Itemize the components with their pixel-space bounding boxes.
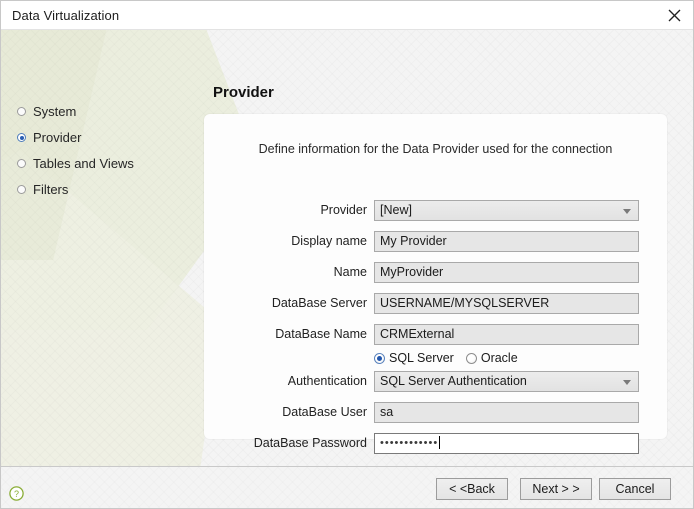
- sidebar-item-system[interactable]: System: [17, 104, 76, 119]
- sidebar-item-filters[interactable]: Filters: [17, 182, 68, 197]
- next-button[interactable]: Next > >: [520, 478, 592, 500]
- name-wrap: MyProvider: [374, 262, 639, 283]
- window-title: Data Virtualization: [12, 8, 120, 23]
- database-type-radio-group: SQL Server Oracle: [374, 350, 639, 366]
- form-row-name: Name MyProvider: [204, 262, 667, 284]
- help-button[interactable]: ?: [9, 486, 24, 501]
- provider-select-value: [New]: [380, 203, 412, 217]
- form-row-database-name: DataBase Name CRMExternal: [204, 324, 667, 346]
- sidebar-item-label: System: [33, 104, 77, 119]
- step-radio-icon: [17, 107, 26, 116]
- cancel-button[interactable]: Cancel: [599, 478, 671, 500]
- database-password-input[interactable]: ••••••••••••: [374, 433, 639, 454]
- dialog-body: System Provider Tables and Views Filters…: [1, 30, 693, 466]
- radio-label-sql-server: SQL Server: [389, 351, 454, 365]
- form-description: Define information for the Data Provider…: [258, 142, 613, 156]
- display-name-input[interactable]: My Provider: [374, 231, 639, 252]
- authentication-select-value: SQL Server Authentication: [380, 374, 527, 388]
- database-user-wrap: sa: [374, 402, 639, 423]
- field-label-name: Name: [333, 265, 367, 279]
- sidebar-item-label: Filters: [33, 182, 69, 197]
- field-label-database-password: DataBase Password: [253, 436, 367, 450]
- authentication-select[interactable]: SQL Server Authentication: [374, 371, 639, 392]
- provider-select-wrap: [New]: [374, 200, 639, 221]
- radio-sql-server[interactable]: SQL Server: [374, 351, 454, 365]
- chevron-down-icon: [623, 380, 631, 385]
- database-name-wrap: CRMExternal: [374, 324, 639, 345]
- form-row-display-name: Display name My Provider: [204, 231, 667, 253]
- field-label-authentication: Authentication: [287, 374, 367, 388]
- radio-unselected-icon: [465, 352, 477, 364]
- database-server-wrap: USERNAME/MYSQLSERVER: [374, 293, 639, 314]
- dialog-footer: ? < <Back Next > > Cancel: [1, 466, 693, 508]
- back-button[interactable]: < <Back: [436, 478, 508, 500]
- close-button[interactable]: [655, 1, 693, 29]
- authentication-select-wrap: SQL Server Authentication: [374, 371, 639, 392]
- field-label-provider: Provider: [320, 203, 367, 217]
- dialog-window: Data Virtualization System Provider Tabl…: [0, 0, 694, 509]
- radio-oracle[interactable]: Oracle: [465, 351, 518, 365]
- chevron-down-icon: [623, 209, 631, 214]
- form-row-provider: Provider [New]: [204, 200, 667, 222]
- name-input[interactable]: MyProvider: [374, 262, 639, 283]
- form-row-database-server: DataBase Server USERNAME/MYSQLSERVER: [204, 293, 667, 315]
- database-server-input[interactable]: USERNAME/MYSQLSERVER: [374, 293, 639, 314]
- close-icon: [668, 9, 680, 21]
- field-label-display-name: Display name: [291, 234, 367, 248]
- sidebar-item-tables-and-views[interactable]: Tables and Views: [17, 156, 134, 171]
- page-title: Provider: [213, 84, 274, 101]
- sidebar-item-provider[interactable]: Provider: [17, 130, 81, 145]
- display-name-wrap: My Provider: [374, 231, 639, 252]
- title-bar: Data Virtualization: [1, 1, 693, 30]
- database-user-input[interactable]: sa: [374, 402, 639, 423]
- step-radio-icon: [17, 133, 26, 142]
- sidebar-item-label: Tables and Views: [33, 156, 134, 171]
- wizard-steps-sidebar: System Provider Tables and Views Filters: [1, 30, 201, 466]
- field-label-database-user: DataBase User: [282, 405, 367, 419]
- help-icon: ?: [9, 486, 24, 501]
- field-label-database-name: DataBase Name: [275, 327, 367, 341]
- database-password-wrap: ••••••••••••: [374, 433, 639, 454]
- form-row-authentication: Authentication SQL Server Authentication: [204, 371, 667, 393]
- svg-text:?: ?: [14, 489, 19, 499]
- radio-label-oracle: Oracle: [480, 351, 518, 365]
- step-radio-icon: [17, 159, 26, 168]
- sidebar-item-label: Provider: [33, 130, 82, 145]
- provider-form-panel: Define information for the Data Provider…: [204, 114, 667, 454]
- provider-select[interactable]: [New]: [374, 200, 639, 221]
- text-cursor: [439, 436, 441, 449]
- field-label-database-server: DataBase Server: [271, 296, 367, 310]
- form-row-database-user: DataBase User sa: [204, 402, 667, 424]
- radio-selected-icon: [374, 352, 385, 364]
- form-row-database-password: DataBase Password ••••••••••••: [204, 433, 667, 455]
- password-masked-value: ••••••••••••: [380, 437, 439, 449]
- step-radio-icon: [17, 185, 26, 194]
- database-name-input[interactable]: CRMExternal: [374, 324, 639, 345]
